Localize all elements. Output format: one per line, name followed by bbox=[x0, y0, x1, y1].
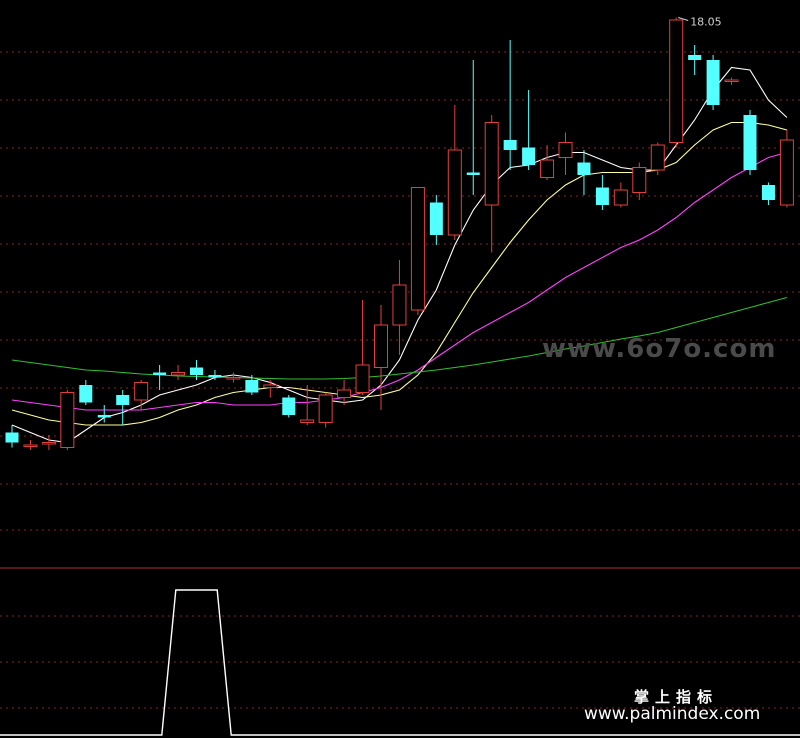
candle-body bbox=[79, 385, 93, 403]
highest-price-label: 18.05 bbox=[690, 16, 722, 29]
candle-body bbox=[761, 185, 775, 200]
candle-body bbox=[41, 442, 56, 445]
candle-body bbox=[577, 162, 591, 175]
candle-body bbox=[208, 375, 222, 378]
candle-body bbox=[171, 372, 186, 376]
candle-body bbox=[318, 394, 333, 423]
candle-body bbox=[263, 384, 278, 388]
candle-body bbox=[503, 140, 517, 150]
candle-body bbox=[97, 415, 111, 418]
candle-body bbox=[374, 324, 388, 368]
candle-body bbox=[466, 172, 480, 175]
candle-body bbox=[355, 364, 370, 393]
candle-up bbox=[669, 17, 684, 148]
candle-body bbox=[245, 380, 259, 393]
watermark-site-gray: www.6o7o.com bbox=[542, 334, 776, 364]
candle-body bbox=[116, 395, 130, 405]
candle-body bbox=[226, 377, 241, 380]
watermark-site-white: www.palmindex.com bbox=[584, 704, 760, 724]
candle-body bbox=[540, 159, 555, 178]
candle-body bbox=[522, 147, 536, 165]
candle-up bbox=[60, 390, 75, 450]
candle-body bbox=[429, 202, 443, 235]
candle-body bbox=[337, 389, 352, 398]
candle-down bbox=[706, 55, 720, 110]
candle-body bbox=[23, 444, 38, 447]
candle-up bbox=[779, 130, 794, 208]
candle-up bbox=[650, 142, 665, 175]
candle-body bbox=[447, 149, 462, 236]
candle-body bbox=[706, 60, 720, 105]
stock-chart: 18.05 www.6o7o.com 掌上指标 www.palmindex.co… bbox=[0, 0, 800, 738]
candle-body bbox=[688, 55, 702, 60]
candle-body bbox=[743, 115, 757, 170]
candle-body bbox=[153, 372, 167, 375]
candle-body bbox=[613, 189, 628, 206]
candle-body bbox=[392, 284, 407, 326]
candle-up bbox=[318, 392, 333, 428]
candle-body bbox=[669, 19, 684, 143]
candle-body bbox=[558, 142, 573, 158]
candle-body bbox=[60, 392, 75, 448]
candle-down bbox=[282, 395, 296, 418]
candle-body bbox=[300, 419, 315, 423]
candle-down bbox=[743, 110, 757, 175]
candle-body bbox=[410, 187, 425, 311]
candle-body bbox=[779, 139, 794, 206]
candle-body bbox=[650, 144, 665, 171]
candle-body bbox=[134, 382, 149, 401]
candle-body bbox=[190, 367, 203, 375]
candle-body bbox=[282, 397, 296, 415]
candle-body bbox=[5, 432, 19, 443]
candle-up bbox=[410, 187, 425, 315]
candle-body bbox=[484, 122, 499, 206]
candle-body bbox=[724, 79, 739, 82]
candle-body bbox=[595, 187, 609, 205]
candle-body bbox=[632, 167, 647, 193]
